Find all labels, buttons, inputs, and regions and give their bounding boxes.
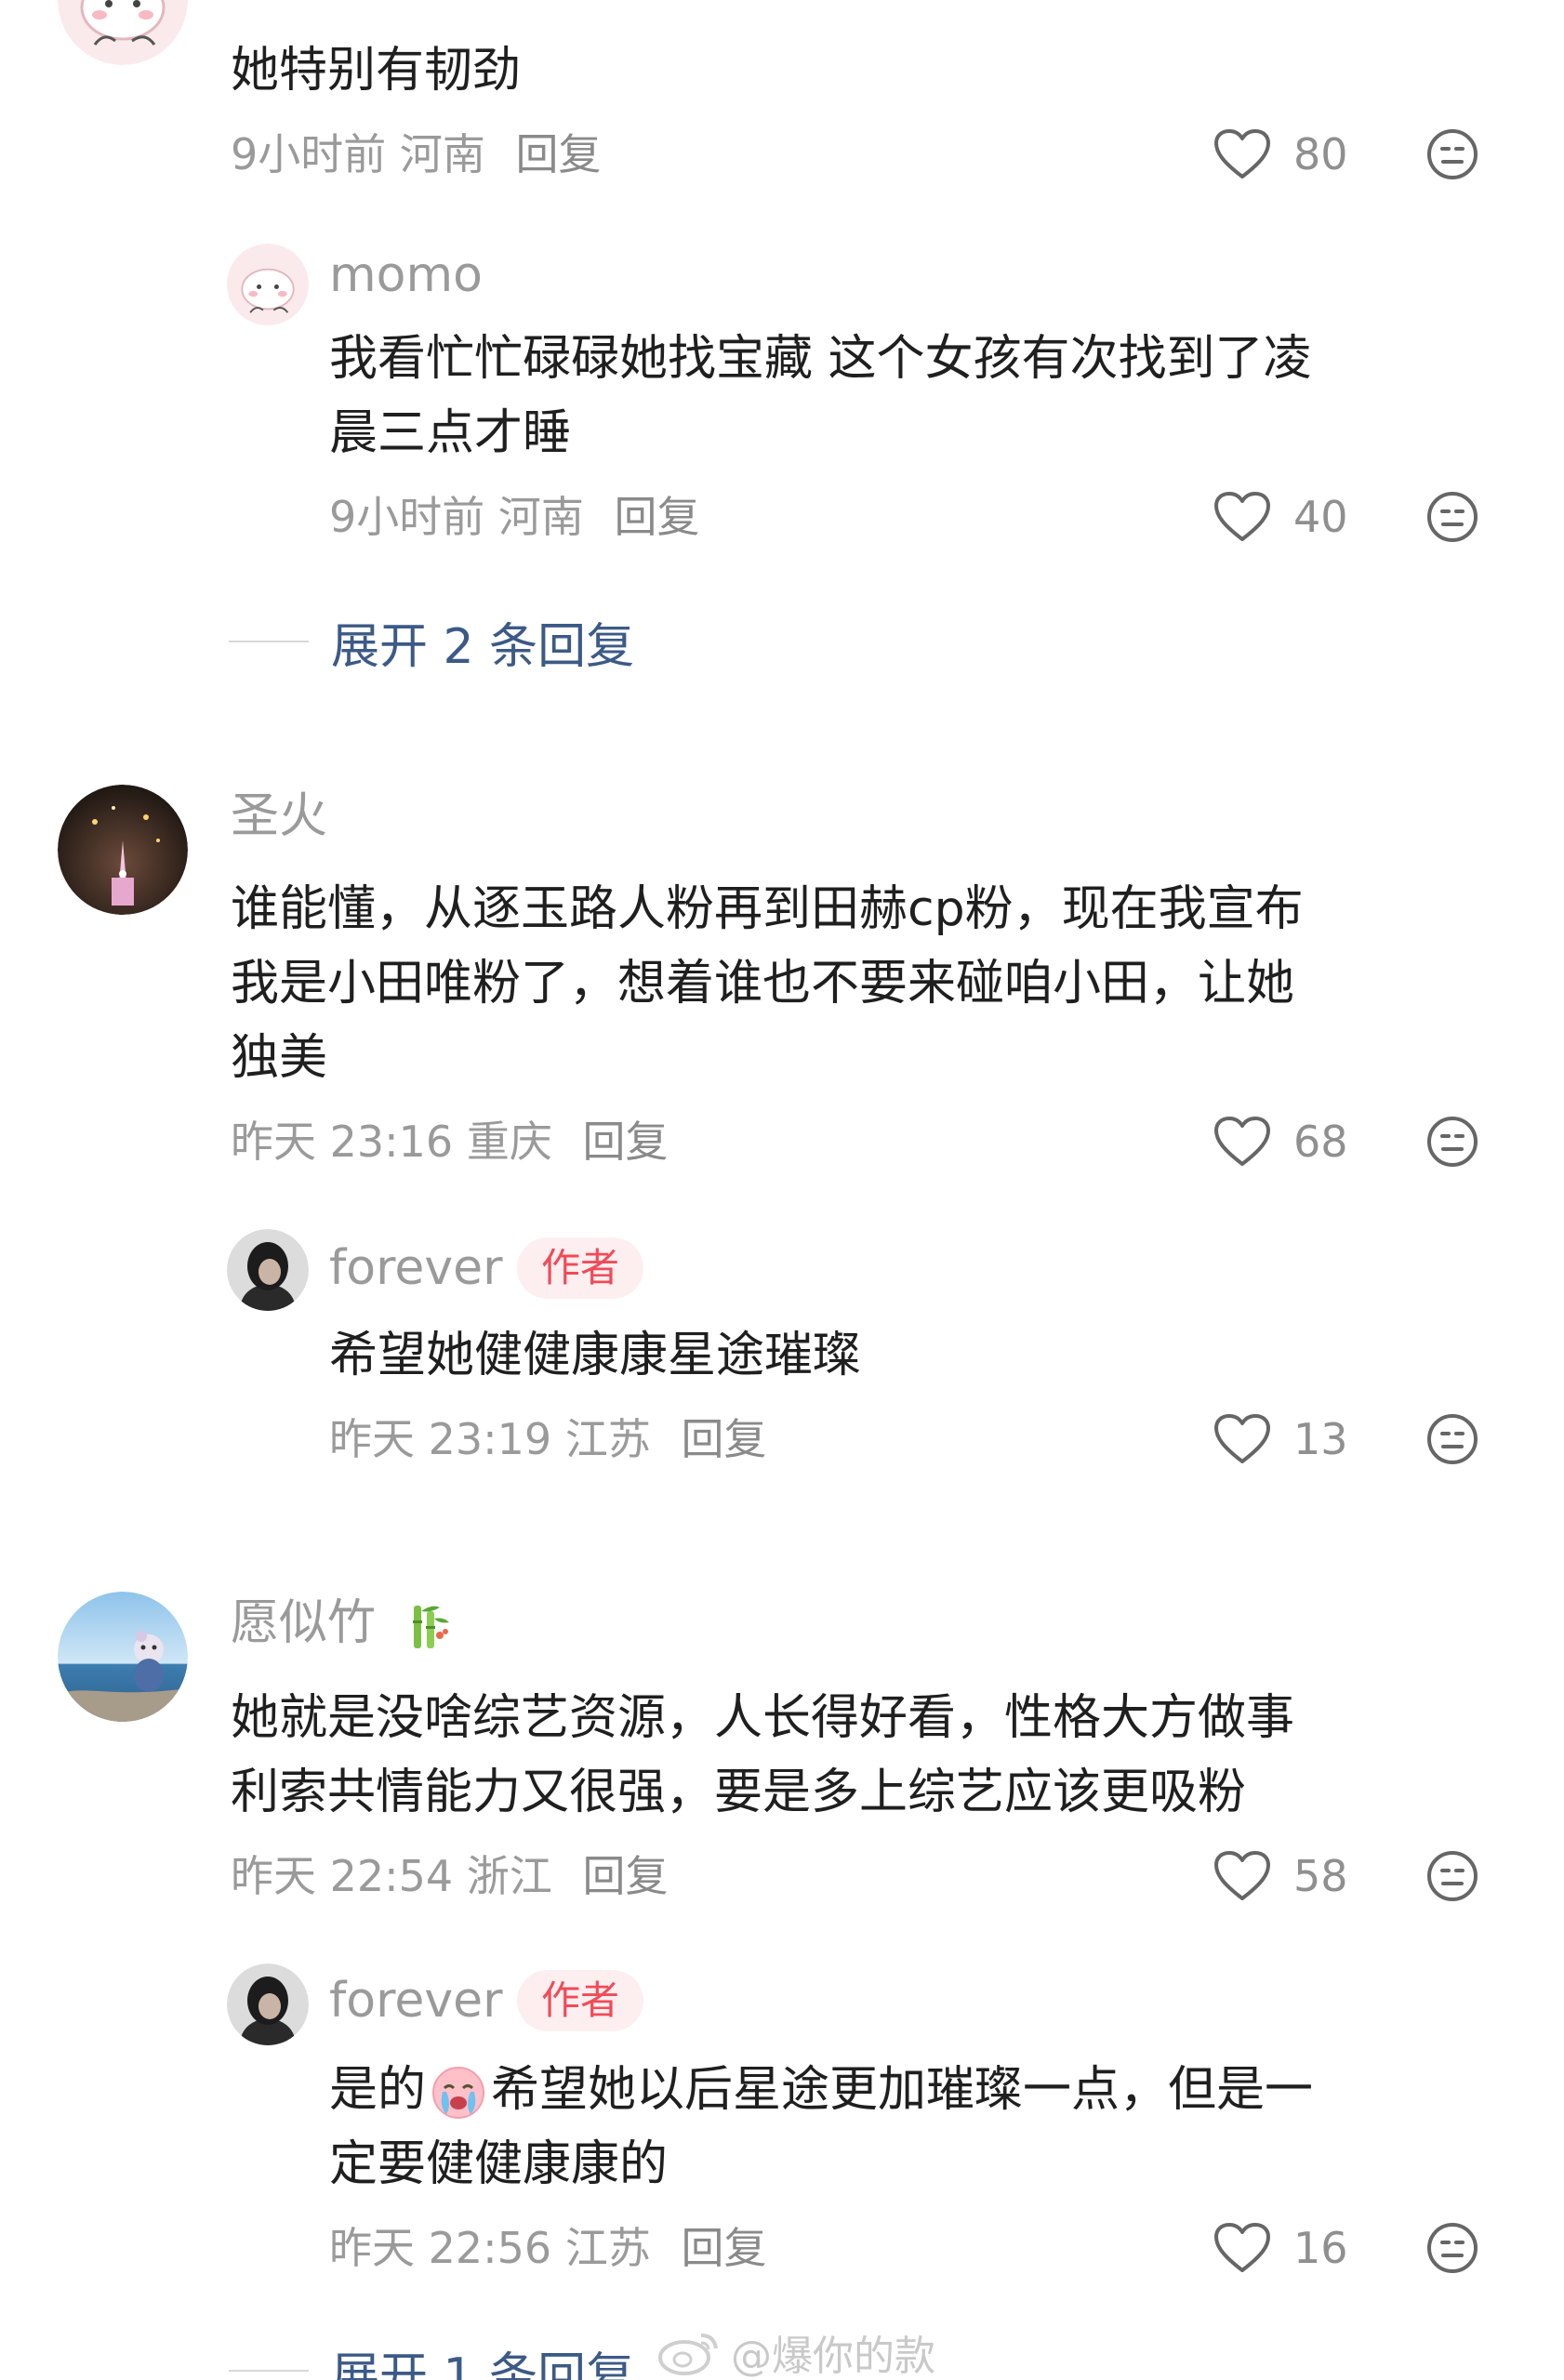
heart-icon [1214, 1414, 1270, 1463]
comment-time: 9小时前 [329, 492, 485, 542]
watermark-text: @爆你的款 [731, 2333, 935, 2380]
avatar[interactable] [227, 244, 309, 325]
comment-location: 江苏 [564, 1414, 651, 1464]
like-count: 16 [1293, 2223, 1348, 2273]
like-button[interactable]: 80 [1213, 117, 1359, 192]
like-count: 58 [1293, 1851, 1348, 1901]
dislike-icon[interactable] [1425, 1115, 1479, 1169]
username[interactable]: 愿似竹 [231, 1593, 455, 1654]
comment-location: 江苏 [564, 2223, 651, 2273]
author-badge: 作者 [517, 1970, 644, 2031]
comment-time: 昨天 22:56 [329, 2223, 552, 2273]
divider [229, 2370, 309, 2372]
like-button[interactable]: 16 [1213, 2211, 1359, 2285]
comment-location: 河南 [399, 129, 485, 179]
avatar[interactable] [227, 1229, 309, 1311]
reply-button[interactable]: 回复 [516, 129, 602, 179]
expand-replies-label: 展开 1 条回复 [331, 2347, 635, 2380]
weibo-logo-icon [658, 2334, 718, 2375]
reply-button[interactable]: 回复 [681, 2223, 766, 2273]
avatar[interactable] [58, 785, 188, 915]
avatar[interactable] [58, 1592, 188, 1722]
heart-icon [1214, 492, 1270, 541]
comment-location: 浙江 [466, 1851, 552, 1901]
comment-time: 昨天 22:54 [231, 1851, 454, 1901]
watermark: @爆你的款 [656, 2322, 935, 2380]
comment-text-segment: 希望她以后星途更加璀璨一点，但是一 [491, 2062, 1314, 2118]
comment-text: 希望她健健康康星途璀璨 [329, 1328, 862, 1383]
like-count: 80 [1293, 129, 1348, 179]
heart-icon [1214, 129, 1270, 178]
comment-location: 河南 [497, 492, 584, 542]
comment-meta: 昨天 23:19 江苏 回复 [329, 1411, 766, 1467]
comment-meta: 9小时前 河南 回复 [329, 489, 700, 545]
comment-meta: 昨天 22:54 浙江 回复 [231, 1848, 668, 1904]
reply-button[interactable]: 回复 [582, 1851, 668, 1901]
like-button[interactable]: 13 [1213, 1402, 1359, 1476]
comment-text: 我看忙忙碌碌她找宝藏 这个女孩有次找到了凌 晨三点才睡 [329, 331, 1312, 461]
comment-text-segment: 是的 [329, 2062, 427, 2118]
comment-text: 是的 希望她以后星途更加璀璨一点，但是一 定要健健康康的 [329, 2062, 1314, 2192]
username-text: 愿似竹 [231, 1595, 377, 1651]
comment-text: 她特别有韧劲 [231, 43, 522, 99]
comment-meta: 昨天 22:56 江苏 回复 [329, 2220, 766, 2276]
comment-time: 昨天 23:16 [231, 1117, 454, 1167]
comment-text: 谁能懂，从逐玉路人粉再到田赫cp粉，现在我宣布 我是小田唯粉了，想着谁也不要来碰… [231, 881, 1304, 1086]
avatar[interactable] [58, 0, 188, 65]
expand-replies-button[interactable]: 展开 1 条回复 [229, 2334, 634, 2380]
comment-section: 她特别有韧劲 9小时前 河南 回复 80 momo 我看忙忙碌碌她找宝藏 这个女… [0, 0, 1564, 2380]
username[interactable]: 圣火 [231, 787, 327, 846]
bamboo-icon [412, 1606, 449, 1648]
like-button[interactable]: 40 [1213, 480, 1359, 554]
avatar[interactable] [227, 1964, 309, 2045]
dislike-icon[interactable] [1425, 2221, 1479, 2275]
comment-location: 重庆 [466, 1117, 552, 1167]
comment-time: 昨天 23:19 [329, 1414, 552, 1464]
reply-button[interactable]: 回复 [615, 492, 700, 542]
like-button[interactable]: 68 [1213, 1104, 1359, 1179]
dislike-icon[interactable] [1425, 490, 1479, 544]
username[interactable]: forever [329, 1971, 503, 2030]
dislike-icon[interactable] [1425, 1849, 1479, 1903]
like-button[interactable]: 58 [1213, 1839, 1359, 1913]
dislike-icon[interactable] [1425, 1412, 1479, 1466]
divider [229, 641, 309, 642]
expand-replies-button[interactable]: 展开 2 条回复 [229, 604, 634, 679]
crying-face-icon [432, 2067, 485, 2119]
author-badge: 作者 [517, 1237, 644, 1299]
username[interactable]: momo [329, 245, 483, 305]
like-count: 40 [1293, 492, 1348, 542]
reply-button[interactable]: 回复 [582, 1117, 668, 1167]
like-count: 68 [1293, 1117, 1348, 1167]
comment-meta: 昨天 23:16 重庆 回复 [231, 1114, 668, 1170]
expand-replies-label: 展开 2 条回复 [331, 618, 635, 675]
dislike-icon[interactable] [1425, 127, 1479, 181]
heart-icon [1214, 1117, 1270, 1166]
comment-text: 她就是没啥综艺资源，人长得好看，性格大方做事 利索共情能力又很强，要是多上综艺应… [231, 1690, 1295, 1820]
heart-icon [1214, 2223, 1270, 2272]
heart-icon [1214, 1851, 1270, 1900]
comment-time: 9小时前 [231, 129, 387, 179]
comment-meta: 9小时前 河南 回复 [231, 126, 602, 182]
username[interactable]: forever [329, 1238, 503, 1298]
like-count: 13 [1293, 1414, 1348, 1464]
reply-button[interactable]: 回复 [681, 1414, 766, 1464]
